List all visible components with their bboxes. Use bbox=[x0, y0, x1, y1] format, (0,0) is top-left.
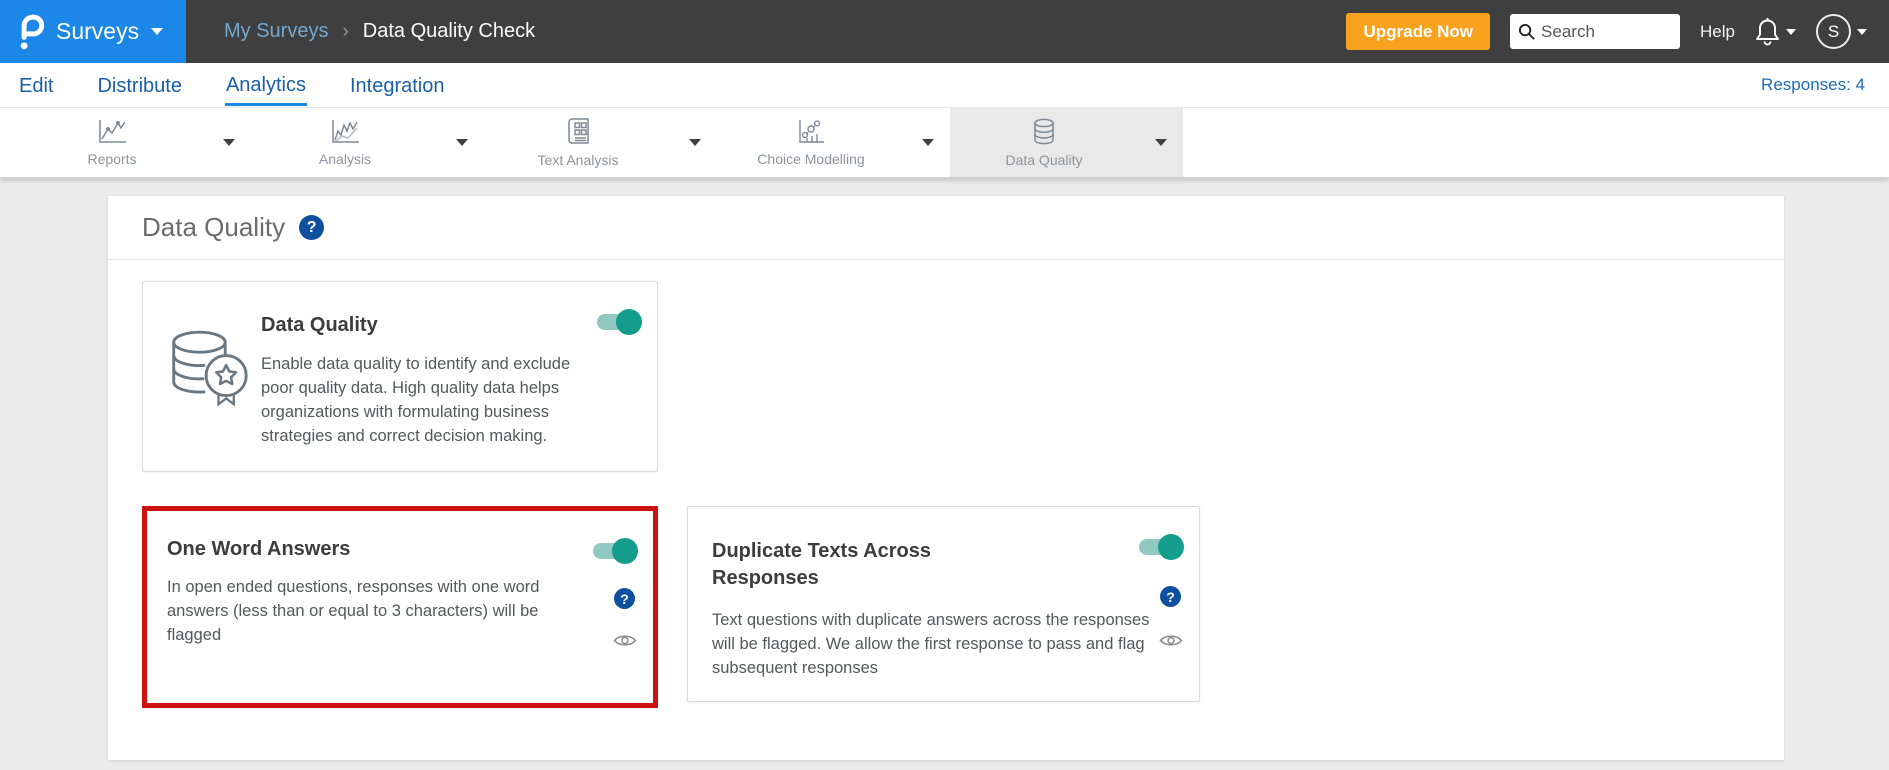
tab-reports-dropdown[interactable] bbox=[206, 108, 251, 177]
cards-area: Data Quality Enable data quality to iden… bbox=[108, 260, 1784, 758]
toggle-knob bbox=[612, 538, 638, 564]
tabgroup-reports: Reports bbox=[18, 108, 251, 177]
one-word-answers-toggle[interactable] bbox=[593, 538, 638, 564]
chevron-down-icon bbox=[1786, 28, 1796, 35]
caret-down-icon bbox=[455, 139, 468, 146]
upgrade-now-button[interactable]: Upgrade Now bbox=[1346, 13, 1491, 50]
nav-distribute[interactable]: Distribute bbox=[96, 66, 182, 104]
card-description: Text questions with duplicate answers ac… bbox=[712, 611, 1150, 677]
breadcrumb-separator-icon: › bbox=[342, 20, 349, 42]
bell-icon bbox=[1755, 17, 1780, 46]
card-description: Enable data quality to identify and excl… bbox=[261, 355, 571, 445]
trend-chart-icon bbox=[330, 119, 360, 145]
card-description: In open ended questions, responses with … bbox=[167, 578, 540, 644]
duplicate-texts-preview-eye-icon[interactable] bbox=[1159, 633, 1183, 648]
account-menu[interactable]: S bbox=[1816, 14, 1867, 49]
product-switcher[interactable]: Surveys bbox=[0, 0, 186, 63]
tab-label: Text Analysis bbox=[537, 151, 619, 168]
tabgroup-text-analysis: Text Analysis bbox=[484, 108, 717, 177]
survey-nav: Edit Distribute Analytics Integration Re… bbox=[0, 63, 1889, 108]
responses-count[interactable]: Responses: 4 bbox=[1761, 75, 1865, 95]
page-help-icon[interactable]: ? bbox=[299, 215, 325, 240]
tabgroup-analysis: Analysis bbox=[251, 108, 484, 177]
one-word-preview-eye-icon[interactable] bbox=[613, 633, 637, 648]
toggle-knob bbox=[1158, 534, 1184, 560]
avatar: S bbox=[1816, 14, 1851, 49]
search-input[interactable] bbox=[1541, 21, 1662, 42]
caret-down-icon bbox=[222, 139, 235, 146]
tab-reports[interactable]: Reports bbox=[18, 108, 206, 177]
card-body: Duplicate Texts Across Responses Text qu… bbox=[688, 507, 1199, 680]
line-chart-icon bbox=[97, 119, 127, 145]
document-grid-icon bbox=[565, 117, 591, 146]
card-one-word-answers: One Word Answers In open ended questions… bbox=[142, 506, 658, 708]
one-word-help-icon[interactable]: ? bbox=[614, 588, 635, 609]
card-body: Data Quality Enable data quality to iden… bbox=[261, 282, 657, 448]
page-title: Data Quality bbox=[142, 212, 286, 242]
card-duplicate-texts: Duplicate Texts Across Responses Text qu… bbox=[687, 506, 1200, 702]
database-icon bbox=[1031, 118, 1057, 146]
search-icon bbox=[1518, 23, 1535, 40]
database-badge-icon bbox=[163, 326, 255, 408]
caret-down-icon bbox=[1154, 139, 1167, 146]
nav-integration[interactable]: Integration bbox=[349, 66, 446, 104]
tab-label: Analysis bbox=[318, 150, 372, 167]
breadcrumb-parent[interactable]: My Surveys bbox=[224, 20, 328, 43]
top-header: Surveys My Surveys › Data Quality Check … bbox=[0, 0, 1889, 63]
tabgroup-choice-modelling: Choice Modelling bbox=[717, 108, 950, 177]
card-body: One Word Answers In open ended questions… bbox=[147, 511, 653, 647]
card-data-quality: Data Quality Enable data quality to iden… bbox=[142, 281, 658, 472]
analytics-toolbar: Reports Analysis Text Analysis Choice Mo… bbox=[0, 108, 1889, 178]
tab-label: Data Quality bbox=[1005, 151, 1083, 168]
tabgroup-data-quality: Data Quality bbox=[950, 108, 1183, 177]
help-link[interactable]: Help bbox=[1700, 22, 1735, 42]
card-title: One Word Answers bbox=[167, 538, 351, 560]
tab-data-quality-dropdown[interactable] bbox=[1138, 108, 1183, 177]
tab-text-analysis[interactable]: Text Analysis bbox=[484, 108, 672, 177]
panel-header: Data Quality ? bbox=[108, 196, 1784, 260]
nav-analytics[interactable]: Analytics bbox=[224, 65, 307, 106]
caret-down-icon bbox=[688, 139, 701, 146]
toggle-knob bbox=[616, 309, 642, 335]
header-actions: Upgrade Now Help S bbox=[1346, 13, 1889, 50]
tab-label: Reports bbox=[87, 150, 137, 167]
notifications-menu[interactable] bbox=[1755, 17, 1796, 46]
chevron-down-icon bbox=[151, 28, 164, 35]
duplicate-texts-toggle[interactable] bbox=[1139, 534, 1184, 560]
data-quality-toggle[interactable] bbox=[597, 309, 642, 335]
tab-label: Choice Modelling bbox=[757, 150, 865, 167]
tab-data-quality[interactable]: Data Quality bbox=[950, 108, 1138, 177]
breadcrumb: My Surveys › Data Quality Check bbox=[224, 20, 535, 43]
tab-choice-modelling-dropdown[interactable] bbox=[905, 108, 950, 177]
product-name: Surveys bbox=[56, 18, 140, 44]
nav-edit[interactable]: Edit bbox=[18, 66, 54, 104]
global-search[interactable] bbox=[1510, 14, 1681, 49]
caret-down-icon bbox=[921, 139, 934, 146]
card-title: Duplicate Texts Across Responses bbox=[712, 540, 931, 589]
page-content: Data Quality ? Data Quality Enable data … bbox=[0, 178, 1889, 770]
duplicate-texts-help-icon[interactable]: ? bbox=[1160, 586, 1181, 607]
bubble-chart-icon bbox=[797, 119, 825, 145]
tab-analysis-dropdown[interactable] bbox=[439, 108, 484, 177]
breadcrumb-current: Data Quality Check bbox=[362, 20, 536, 42]
data-quality-panel: Data Quality ? Data Quality Enable data … bbox=[108, 196, 1784, 760]
chevron-down-icon bbox=[1857, 28, 1867, 35]
questionpro-logo-icon bbox=[18, 14, 44, 50]
tab-analysis[interactable]: Analysis bbox=[251, 108, 439, 177]
tab-text-analysis-dropdown[interactable] bbox=[672, 108, 717, 177]
tab-choice-modelling[interactable]: Choice Modelling bbox=[717, 108, 905, 177]
